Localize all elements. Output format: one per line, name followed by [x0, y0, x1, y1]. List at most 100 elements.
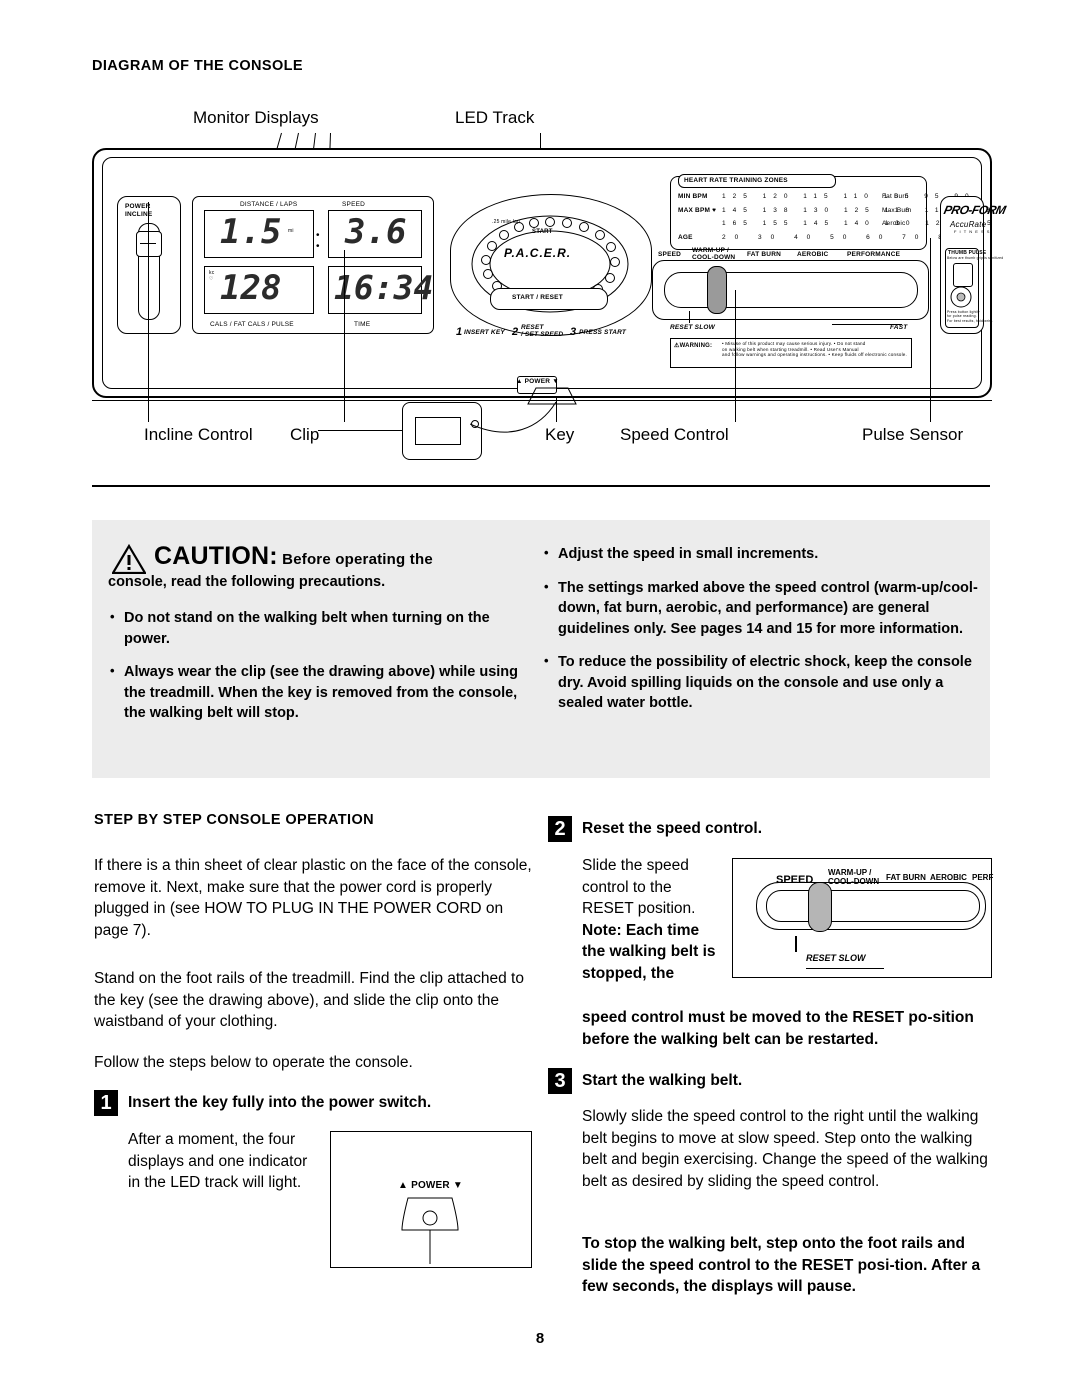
hr-row-values-0: 125 120 115 110 105 95 90: [722, 193, 976, 200]
step-1-figure-power-label: ▲ POWER ▼: [398, 1180, 463, 1191]
value-speed: 3.6: [345, 212, 407, 252]
hr-note-aerobic: Aerobic: [882, 220, 906, 227]
pacer-lap-label: .25 mile lap: [492, 219, 520, 225]
step-2-number: 2: [548, 816, 572, 842]
thumb-pulse-note: Press button lightly for pulse reading. Fo…: [947, 310, 994, 323]
step-2-figure-track-inner: [766, 890, 980, 922]
start-reset-label: START / RESET: [512, 294, 563, 301]
step-2-figure-knob: [808, 882, 832, 932]
section-title-step-by-step: STEP BY STEP CONSOLE OPERATION: [94, 812, 375, 828]
step2-marker: 2: [512, 326, 519, 338]
hr-row-values-3: 20 30 40 50 60 70 80: [722, 234, 964, 241]
caution-subheading: console, read the following precautions.: [108, 574, 386, 590]
step-2-figure-reset-slow: RESET SLOW: [806, 953, 866, 963]
caution-bullet: To reduce the possibility of electric sh…: [542, 651, 980, 714]
speed-reset-slow-label: RESET SLOW: [670, 324, 715, 331]
step-2-body: Slide the speed control to the RESET pos…: [582, 857, 716, 982]
speed-zone-performance: PERFORMANCE: [847, 251, 901, 258]
step-3-title: Start the walking belt.: [582, 1072, 743, 1089]
led-track-ring: [471, 215, 629, 313]
caution-heading-word: CAUTION:: [154, 542, 278, 570]
hr-row-label-min: MIN BPM: [678, 193, 708, 200]
warning-heading: ⚠WARNING:: [674, 343, 713, 349]
caution-heading: CAUTION: Before operating the: [154, 542, 433, 571]
callout-speed-control: Speed Control: [620, 425, 729, 444]
caution-bullet: Do not stand on the walking belt when tu…: [108, 607, 528, 649]
accurate-logo: AccuRate: [950, 220, 987, 229]
leader-line: [148, 202, 149, 422]
value-time: 16:34: [334, 268, 434, 307]
para-2: Stand on the foot rails of the treadmill…: [94, 970, 524, 1030]
speed-reset-arrow: [689, 311, 690, 323]
hr-row-label-max: MAX BPM ♥: [678, 207, 717, 214]
power-toggle-label: ▲ POWER ▼: [516, 378, 559, 385]
incline-slider-knob[interactable]: [136, 231, 162, 257]
hr-note-fat-burn: Fat Burn: [882, 193, 909, 200]
caution-bullet: Always wear the clip (see the drawing ab…: [108, 661, 528, 724]
leader-line: [344, 250, 345, 422]
console-diagram: POWER INCLINE DISTANCE / LAPS SPEED 1.5 m…: [92, 148, 1007, 398]
caution-right-bullets: Adjust the speed in small increments. Th…: [542, 543, 980, 727]
caution-bullet: Adjust the speed in small increments.: [542, 543, 980, 565]
step-3-bold-note: To stop the walking belt, step onto the …: [582, 1235, 981, 1295]
value-distance: 1.5: [220, 212, 282, 252]
brand-sub: F I T N E S S: [954, 229, 991, 234]
step-2-figure-speed-label: SPEED: [776, 874, 814, 886]
label-speed: SPEED: [342, 201, 366, 208]
speed-fast-line: [832, 324, 902, 325]
para-3: Follow the steps below to operate the co…: [94, 1054, 413, 1071]
label-cals: CALS / FAT CALS / PULSE: [210, 321, 294, 328]
clip-inner: [415, 417, 461, 445]
leader-line: [735, 290, 736, 422]
step3-press-start: PRESS START: [579, 329, 627, 336]
step1-insert-key: INSERT KEY: [464, 329, 505, 336]
step-2-note-continued: speed control must be moved to the RESET…: [582, 1009, 974, 1048]
step-1-number: 1: [94, 1090, 118, 1116]
para-1: If there is a thin sheet of clear plasti…: [94, 857, 532, 939]
speed-label: SPEED: [658, 251, 682, 258]
callout-monitor-displays: Monitor Displays: [193, 108, 319, 127]
speed-zone-warmup: WARM-UP / COOL-DOWN: [692, 247, 736, 261]
hr-note-max-burn: Max Burn: [882, 207, 912, 214]
hr-row-label-age: AGE: [678, 234, 693, 241]
warning-triangle-icon: [112, 544, 146, 574]
step-1-title: Insert the key fully into the power swit…: [128, 1094, 432, 1111]
speed-control-knob[interactable]: [707, 266, 727, 314]
step-2-note-bold: Note: Each time the walking belt is stop…: [582, 921, 716, 982]
label-distance-laps: DISTANCE / LAPS: [240, 201, 298, 208]
brand-logo: PRO-FORM: [942, 203, 1007, 217]
speed-fast-label: FAST: [890, 324, 908, 331]
step-3-number: 3: [548, 1068, 572, 1094]
step-2-figure-zone-aerobic: AEROBIC: [930, 873, 967, 882]
step-2-figure-zone-fatburn: FAT BURN: [886, 873, 926, 882]
step-3-body: Slowly slide the speed control to the ri…: [582, 1108, 988, 1190]
pacer-start-label: START: [532, 229, 553, 235]
speed-zone-fatburn: FAT BURN: [747, 251, 781, 258]
callout-incline-control: Incline Control: [144, 425, 253, 444]
caution-box: CAUTION: Before operating the console, r…: [92, 520, 990, 778]
step3-marker: 3: [570, 326, 577, 338]
caution-bullet: The settings marked above the speed cont…: [542, 577, 980, 640]
step2-reset-set-speed: RESET / SET SPEED: [521, 324, 564, 338]
step-1-figure-key: [401, 1197, 459, 1264]
colon-divider: • •: [316, 230, 320, 252]
thumb-pulse-sub: Below are thumb grip is sanitized: [947, 256, 1004, 260]
step-1-body: After a moment, the four displays and on…: [128, 1131, 308, 1191]
clip-leader: [318, 430, 402, 431]
heart-rate-zone-title: HEART RATE TRAINING ZONES: [684, 177, 788, 184]
caution-left-bullets: Do not stand on the walking belt when tu…: [108, 607, 528, 737]
speed-control-track[interactable]: [664, 272, 918, 308]
label-time: TIME: [354, 321, 371, 328]
leader-line: [930, 238, 931, 422]
section-divider: [92, 485, 990, 487]
step-2-title: Reset the speed control.: [582, 820, 763, 837]
warning-text: • Misuse of this product may cause serio…: [722, 341, 908, 357]
callout-clip: Clip: [290, 425, 320, 444]
value-calories: 128: [220, 268, 282, 308]
page-number: 8: [535, 1330, 545, 1347]
step-2-figure-arrow: [795, 936, 797, 952]
manual-page: DIAGRAM OF THE CONSOLE Monitor Displays …: [0, 0, 1080, 1397]
unit-distance: mi: [288, 228, 294, 234]
speed-zone-aerobic: AEROBIC: [797, 251, 829, 258]
callout-pulse-sensor: Pulse Sensor: [862, 425, 964, 444]
